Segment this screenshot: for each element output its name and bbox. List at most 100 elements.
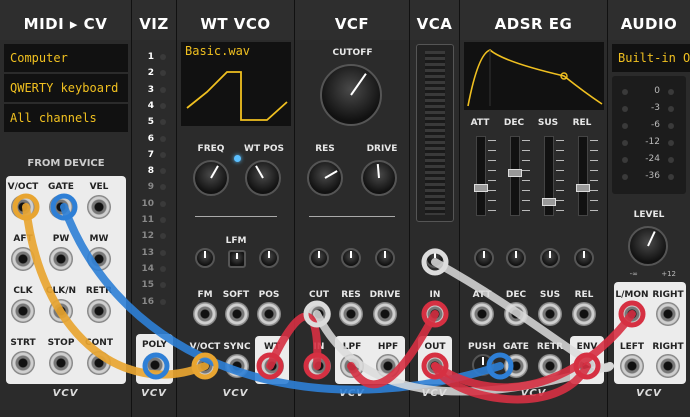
- midi-strt-jack[interactable]: [11, 351, 35, 375]
- pos-jack[interactable]: [257, 302, 281, 326]
- viz-channel-5-label: 5: [147, 117, 154, 128]
- meter-tick-3-label: -12: [645, 137, 660, 147]
- midi-v-oct-jack[interactable]: [11, 195, 35, 219]
- env-jack[interactable]: [575, 354, 599, 378]
- wt-out-jack[interactable]: [260, 354, 284, 378]
- right-out-jack[interactable]: [656, 354, 680, 378]
- viz-channel-16-indicator: [160, 298, 166, 305]
- midi-mw-jack[interactable]: [87, 247, 111, 271]
- cut-cv-jack[interactable]: [307, 302, 331, 326]
- pos-knob[interactable]: [259, 248, 279, 268]
- sync-jack[interactable]: [225, 354, 249, 378]
- sus-cv-knob[interactable]: [540, 248, 560, 268]
- adsr-sus-slider-cap[interactable]: [542, 198, 556, 207]
- hpf-jack[interactable]: [376, 354, 400, 378]
- wavetable-display[interactable]: Basic.wav: [181, 42, 291, 126]
- meter-tick-1-label: -3: [651, 103, 660, 113]
- adsr-sus-cv-jack[interactable]: [538, 302, 562, 326]
- adsr-rel-slider-cap[interactable]: [576, 183, 590, 192]
- viz-channel-6-label: 6: [147, 133, 154, 144]
- left-out-jack[interactable]: [620, 354, 644, 378]
- lfm-toggle[interactable]: [228, 250, 246, 268]
- gate-jack[interactable]: [504, 354, 528, 378]
- adsr-rel-cv-jack[interactable]: [572, 302, 596, 326]
- adsr-att-tick: [488, 170, 496, 171]
- res-cv-knob[interactable]: [341, 248, 361, 268]
- cutoff-knob[interactable]: [320, 64, 382, 126]
- vcf-in-jack[interactable]: [307, 354, 331, 378]
- att-cv-knob[interactable]: [474, 248, 494, 268]
- viz-channel-15-label: 15: [141, 280, 154, 291]
- drive-knob[interactable]: [361, 160, 397, 196]
- viz-poly-jack[interactable]: [143, 353, 167, 377]
- viz-channel-7-label: 7: [147, 149, 154, 160]
- soft-label: SOFT: [222, 290, 250, 300]
- midi-stop-jack[interactable]: [49, 351, 73, 375]
- v-oct-jack[interactable]: [193, 354, 217, 378]
- viz-channel-8-label: 8: [147, 166, 154, 177]
- adsr-att-tick: [488, 150, 496, 151]
- adsr-sus-tick: [556, 140, 564, 141]
- audio-device-display[interactable]: Built-in Out: [612, 44, 690, 72]
- midi-device-display[interactable]: QWERTY keyboard (US): [4, 74, 128, 102]
- lpf-jack[interactable]: [340, 354, 364, 378]
- viz-channel-11-label: 11: [141, 215, 154, 225]
- viz-channel-5-indicator: [160, 119, 166, 126]
- adsr-att-slider-cap[interactable]: [474, 183, 488, 192]
- freq-knob[interactable]: [193, 160, 229, 196]
- drive-cv-jack[interactable]: [373, 302, 397, 326]
- midi-clk-n-label: CLK/N: [45, 286, 77, 296]
- res-cv-jack[interactable]: [339, 302, 363, 326]
- midi-clk-label: CLK: [13, 286, 33, 296]
- adsr-att-slider[interactable]: [474, 136, 488, 216]
- vca-level-slider[interactable]: [416, 44, 454, 222]
- adsr-dec-slider[interactable]: [508, 136, 522, 216]
- wt-vco-divider: [195, 216, 277, 217]
- push-button[interactable]: [472, 354, 494, 376]
- vca-in-jack[interactable]: [423, 302, 447, 326]
- viz-channel-9-label: 9: [147, 182, 154, 193]
- retr-jack[interactable]: [538, 354, 562, 378]
- midi-clk-jack[interactable]: [11, 299, 35, 323]
- adsr-dec-slider-cap[interactable]: [508, 169, 522, 178]
- vca-title: VCA: [410, 0, 459, 40]
- adsr-dec-cv-jack[interactable]: [504, 302, 528, 326]
- l-mon-jack[interactable]: [620, 302, 644, 326]
- midi-channel-display[interactable]: All channels: [4, 104, 128, 132]
- midi-cont-jack[interactable]: [87, 351, 111, 375]
- res-knob[interactable]: [307, 160, 343, 196]
- adsr-rel-slider[interactable]: [576, 136, 590, 216]
- fm-jack[interactable]: [193, 302, 217, 326]
- hpf-label: HPF: [377, 342, 399, 352]
- vca-out-jack[interactable]: [423, 354, 447, 378]
- vca-brand-logo: VCV: [421, 388, 448, 399]
- adsr-sus-slider[interactable]: [542, 136, 556, 216]
- midi-clk-n-jack[interactable]: [49, 299, 73, 323]
- adsr-att-cv-jack[interactable]: [470, 302, 494, 326]
- drive-cv-knob[interactable]: [375, 248, 395, 268]
- midi-retr-jack[interactable]: [87, 299, 111, 323]
- level-knob[interactable]: [628, 226, 668, 266]
- fm-knob[interactable]: [195, 248, 215, 268]
- dec-cv-knob[interactable]: [506, 248, 526, 268]
- midi-gate-jack[interactable]: [49, 195, 73, 219]
- wt-pos-knob[interactable]: [245, 160, 281, 196]
- audio-module: AUDIO Built-in Out LEVEL -∞ +12 L/MON RI…: [608, 0, 690, 417]
- rel-cv-knob[interactable]: [574, 248, 594, 268]
- adsr-rel-tick: [590, 140, 598, 141]
- meter-tick-0-label: 0: [654, 86, 660, 96]
- adsr-title: ADSR EG: [460, 0, 607, 40]
- midi-vel-jack[interactable]: [87, 195, 111, 219]
- adsr-dec-tick: [522, 210, 530, 211]
- viz-channel-12-indicator: [160, 233, 166, 240]
- cut-cv-knob[interactable]: [309, 248, 329, 268]
- midi-aft-jack[interactable]: [11, 247, 35, 271]
- soft-jack[interactable]: [225, 302, 249, 326]
- midi-cont-label: CONT: [85, 338, 113, 348]
- right-in-jack[interactable]: [656, 302, 680, 326]
- pos-label: POS: [258, 290, 280, 300]
- vca-cv-knob[interactable]: [425, 248, 445, 268]
- adsr-att-tick: [488, 180, 496, 181]
- midi-driver-display[interactable]: Computer keyboard/mo: [4, 44, 128, 72]
- midi-pw-jack[interactable]: [49, 247, 73, 271]
